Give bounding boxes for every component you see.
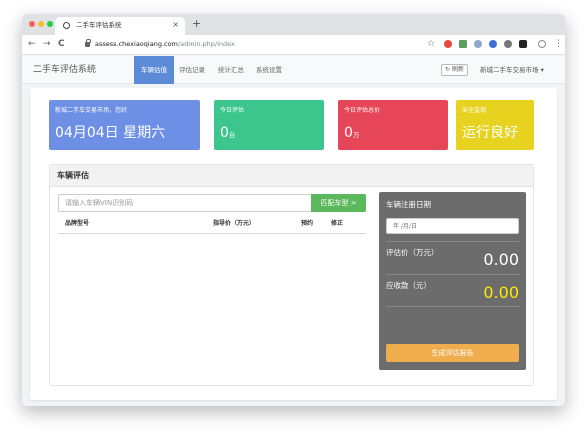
close-window-button[interactable] [29,21,35,27]
app-brand[interactable]: 二手车评估系统 [33,64,96,76]
today-total-label: 今日评估总价 [344,107,381,114]
maximize-window-button[interactable] [47,21,53,27]
welcome-label: 新城二手车交易市场，您好 [55,107,128,114]
today-total-card: 今日评估总价 0万 [338,100,448,150]
match-model-button[interactable]: 匹配车型 > [311,194,366,212]
globe-icon [63,22,70,29]
divider [386,241,519,242]
evaluation-sidebar: 车辆注册日期 评估价（万元） 0.00 应收款（元） 0.00 生成评估报告 [379,192,526,370]
new-tab-button[interactable]: + [192,16,201,32]
generate-report-button[interactable]: 生成评估报告 [386,344,519,362]
bookmark-star-icon[interactable]: ☆ [427,38,435,50]
today-evaluations-label: 今日评估 [220,107,245,114]
refresh-button[interactable]: ↻ 刷新 [441,64,468,76]
forward-button[interactable]: → [43,38,51,50]
tab-close-icon[interactable]: × [172,20,179,30]
lock-icon [85,39,92,47]
panel-title: 车辆评估 [57,171,89,180]
registration-date-title: 车辆注册日期 [386,200,431,209]
divider [386,274,519,275]
browser-tab[interactable]: 二手车评估系统 × [55,17,185,35]
current-date: 04月04日 星期六 [55,125,166,141]
browser-toolbar: ← → C assess.chexiaoqiang.com/admin.php/… [22,35,565,55]
today-evaluations-unit: 台 [228,131,236,139]
divider [386,306,519,307]
receivable-value: 0.00 [483,283,519,302]
security-monitor-status: 运行良好 [462,125,518,141]
extension-icon[interactable] [459,40,467,48]
nav-system-settings[interactable]: 系统设置 [256,56,282,84]
column-reservation: 预约 [301,220,314,227]
receivable-label: 应收款（元） [386,281,431,290]
today-evaluations-value: 0 [220,125,229,141]
panel-header: 车辆评估 [50,165,533,187]
back-button[interactable]: ← [28,38,36,50]
extension-icon[interactable] [489,40,497,48]
column-guide-price: 指导价（万元） [213,220,256,227]
browser-menu-icon[interactable]: ⋮ [554,38,563,50]
tab-strip: 二手车评估系统 × + [22,14,565,35]
refresh-label: 刷新 [451,66,464,73]
app-navbar: 二手车评估系统 车辆估值 评估记录 统计汇总 系统设置 ↻ 刷新 新城二手车交易… [22,56,565,84]
reload-button[interactable]: C [58,38,65,50]
nav-statistics-summary[interactable]: 统计汇总 [218,56,244,84]
today-evaluations-card: 今日评估 0台 [214,100,324,150]
url-path: /admin.php/index [177,40,235,48]
profile-avatar-icon[interactable] [538,40,546,48]
registration-date-input[interactable] [386,218,519,234]
main-content: 新城二手车交易市场，您好 04月04日 星期六 今日评估 0台 今日评估总价 0… [30,88,557,400]
welcome-card: 新城二手车交易市场，您好 04月04日 星期六 [49,100,200,150]
address-bar[interactable]: assess.chexiaoqiang.com/admin.php/index [95,39,235,50]
column-brand-model: 品牌型号 [65,220,90,227]
valuation-price-label: 评估价（万元） [386,248,439,257]
security-monitor-card: 安全监测 运行良好 [456,100,534,150]
table-divider [58,233,366,234]
extension-icon[interactable] [504,40,512,48]
vin-input[interactable] [58,194,311,212]
extension-icon[interactable] [444,40,452,48]
today-total-value: 0 [344,125,353,141]
user-menu-dropdown[interactable]: 新城二手车交易市场 ▾ [480,64,544,76]
url-domain: assess.chexiaoqiang.com [95,40,178,48]
extension-icon[interactable] [474,40,482,48]
browser-window: 二手车评估系统 × + ← → C assess.chexiaoqiang.co… [22,14,565,406]
today-total-unit: 万 [352,131,360,139]
valuation-price-value: 0.00 [483,250,519,269]
column-correction: 修正 [331,220,344,227]
tab-title: 二手车评估系统 [76,21,122,29]
vehicle-evaluation-panel: 车辆评估 匹配车型 > 品牌型号 指导价（万元） 预约 修正 车辆注册日期 评估… [49,164,534,386]
nav-vehicle-valuation[interactable]: 车辆估值 [134,56,174,84]
refresh-icon: ↻ [445,66,451,73]
minimize-window-button[interactable] [38,21,44,27]
security-monitor-label: 安全监测 [462,107,487,114]
nav-evaluation-records[interactable]: 评估记录 [179,56,205,84]
extension-icon[interactable] [519,40,527,48]
